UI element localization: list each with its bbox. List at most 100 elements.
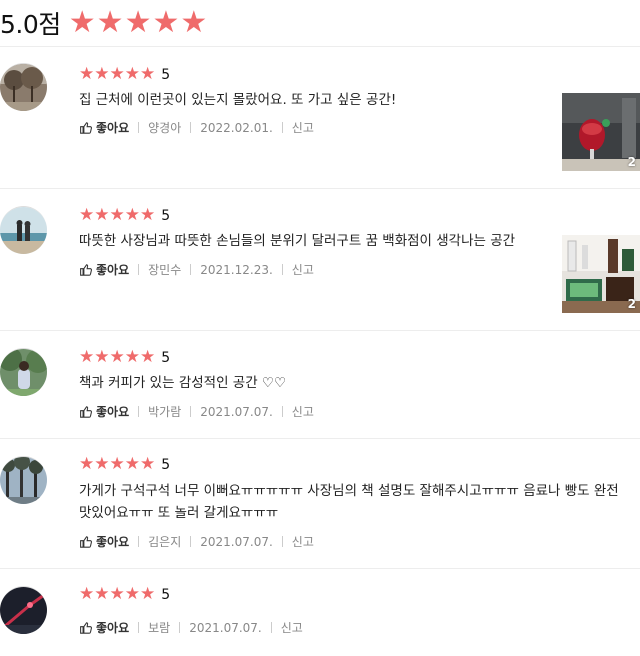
- review-item: ★ ★ ★ ★ ★ 5 책과 커피가 있는 감성적인 공간 ♡♡ 좋아요 박가람 202…: [0, 330, 640, 438]
- star-icon: ★: [79, 454, 95, 474]
- review-rating: ★ ★ ★ ★ ★ 5: [79, 66, 170, 83]
- star-icon: ★: [140, 64, 156, 84]
- divider: [281, 264, 283, 275]
- star-icon: ★: [124, 5, 152, 40]
- review-rating: ★ ★ ★ ★ ★ 5: [79, 586, 170, 603]
- divider: [138, 536, 140, 547]
- star-icon: ★: [124, 347, 140, 367]
- like-button[interactable]: 좋아요: [79, 533, 129, 550]
- report-link[interactable]: 신고: [281, 619, 303, 636]
- like-label: 좋아요: [96, 405, 130, 419]
- star-icon: ★: [94, 347, 110, 367]
- review-meta: 좋아요 양경아 2022.02.01. 신고: [79, 119, 314, 136]
- review-item: ★ ★ ★ ★ ★ 5 좋아요 보람 2021.07.07. 신고: [0, 568, 640, 656]
- divider: [281, 536, 283, 547]
- avatar[interactable]: [0, 456, 47, 504]
- review-meta: 좋아요 박가람 2021.07.07. 신고: [79, 403, 314, 420]
- review-rating: ★ ★ ★ ★ ★ 5: [79, 456, 170, 473]
- rating-summary: 5.0점 ★ ★ ★ ★ ★: [0, 0, 640, 47]
- review-meta: 좋아요 김은지 2021.07.07. 신고: [79, 533, 314, 550]
- review-meta: 좋아요 보람 2021.07.07. 신고: [79, 619, 303, 636]
- review-text: 집 근처에 이런곳이 있는지 몰랐어요. 또 가고 싶은 공간!: [79, 92, 397, 108]
- divider: [138, 264, 140, 275]
- report-link[interactable]: 신고: [292, 403, 314, 420]
- rating-number: 5: [161, 207, 171, 224]
- star-icon: ★: [68, 5, 96, 40]
- star-icon: ★: [94, 64, 110, 84]
- star-icon: ★: [94, 454, 110, 474]
- author-name[interactable]: 박가람: [148, 403, 181, 420]
- author-name[interactable]: 보람: [148, 619, 170, 636]
- review-rating: ★ ★ ★ ★ ★ 5: [79, 207, 170, 224]
- rating-number: 5: [161, 586, 171, 603]
- star-icon: ★: [140, 205, 156, 225]
- divider: [138, 406, 140, 417]
- star-icon: ★: [79, 347, 95, 367]
- report-link[interactable]: 신고: [292, 261, 314, 278]
- avatar[interactable]: [0, 63, 47, 111]
- rating-number: 5: [161, 349, 171, 366]
- review-text: 가게가 구석구석 너무 이뻐요ㅠㅠㅠㅠㅠ 사장님의 책 설명도 잘해주시고ㅠㅠㅠ…: [79, 483, 619, 521]
- average-score: 5.0점: [0, 10, 61, 39]
- like-button[interactable]: 좋아요: [79, 119, 129, 136]
- review-photo[interactable]: 2: [562, 235, 640, 313]
- thumbs-up-icon: [80, 122, 92, 134]
- author-name[interactable]: 장민수: [148, 261, 181, 278]
- photo-count: 2: [627, 297, 636, 311]
- author-name[interactable]: 김은지: [148, 533, 181, 550]
- star-icon: ★: [140, 584, 156, 604]
- star-icon: ★: [109, 205, 125, 225]
- divider: [138, 122, 140, 133]
- star-icon: ★: [109, 454, 125, 474]
- like-button[interactable]: 좋아요: [79, 619, 129, 636]
- like-button[interactable]: 좋아요: [79, 403, 129, 420]
- star-icon: ★: [140, 347, 156, 367]
- review-item: ★ ★ ★ ★ ★ 5 따뜻한 사장님과 따뜻한 손님들의 분위기 달러구트 꿈 백화점…: [0, 188, 640, 330]
- divider: [190, 122, 192, 133]
- star-icon: ★: [94, 584, 110, 604]
- divider: [190, 536, 192, 547]
- star-icon: ★: [180, 5, 208, 40]
- star-icon: ★: [124, 64, 140, 84]
- thumbs-up-icon: [80, 264, 92, 276]
- avatar[interactable]: [0, 586, 47, 634]
- star-icon: ★: [96, 5, 124, 40]
- star-icon: ★: [79, 205, 95, 225]
- like-label: 좋아요: [96, 263, 130, 277]
- thumbs-up-icon: [80, 536, 92, 548]
- like-label: 좋아요: [96, 621, 130, 635]
- report-link[interactable]: 신고: [292, 119, 314, 136]
- review-date: 2022.02.01.: [200, 120, 273, 135]
- star-icon: ★: [94, 205, 110, 225]
- divider: [281, 122, 283, 133]
- review-date: 2021.12.23.: [200, 262, 273, 277]
- review-photo[interactable]: 2: [562, 93, 640, 171]
- review-text: 책과 커피가 있는 감성적인 공간 ♡♡: [79, 375, 287, 391]
- avatar[interactable]: [0, 206, 47, 254]
- star-icon: ★: [109, 64, 125, 84]
- like-label: 좋아요: [96, 121, 130, 135]
- avatar[interactable]: [0, 348, 47, 396]
- star-icon: ★: [79, 64, 95, 84]
- star-icon: ★: [124, 584, 140, 604]
- divider: [179, 622, 181, 633]
- star-icon: ★: [152, 5, 180, 40]
- review-meta: 좋아요 장민수 2021.12.23. 신고: [79, 261, 314, 278]
- review-item: ★ ★ ★ ★ ★ 5 가게가 구석구석 너무 이뻐요ㅠㅠㅠㅠㅠ 사장님의 책 설명도 …: [0, 438, 640, 568]
- divider: [190, 406, 192, 417]
- summary-stars: ★ ★ ★ ★ ★: [69, 8, 209, 38]
- star-icon: ★: [124, 454, 140, 474]
- review-date: 2021.07.07.: [189, 620, 262, 635]
- author-name[interactable]: 양경아: [148, 119, 181, 136]
- rating-number: 5: [161, 456, 171, 473]
- divider: [270, 622, 272, 633]
- rating-number: 5: [161, 66, 171, 83]
- star-icon: ★: [109, 347, 125, 367]
- like-button[interactable]: 좋아요: [79, 261, 129, 278]
- report-link[interactable]: 신고: [292, 533, 314, 550]
- star-icon: ★: [124, 205, 140, 225]
- photo-count: 2: [627, 155, 636, 169]
- review-date: 2021.07.07.: [200, 404, 273, 419]
- star-icon: ★: [79, 584, 95, 604]
- star-icon: ★: [109, 584, 125, 604]
